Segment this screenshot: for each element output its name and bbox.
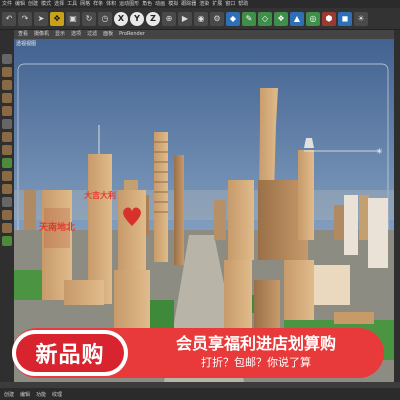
tweak-mode-icon[interactable] [2,132,12,142]
building [214,200,226,240]
viewport-menu-item[interactable]: 查看 [18,30,28,39]
neon-sign-mid: 大吉大利 [84,190,116,200]
rotate-icon[interactable]: ↻ [82,11,96,26]
building [24,190,36,230]
promo-headline: 会员享福利进店划算购 [175,334,336,353]
z-axis-button[interactable]: Z [146,11,160,26]
model-mode-icon[interactable] [2,54,12,64]
deformer-icon[interactable]: ▲ [290,11,304,26]
grid-icon[interactable] [2,184,12,194]
promo-badge: 新品购 [12,330,128,376]
axis-mode-icon[interactable] [2,119,12,129]
slim-tower [298,150,314,240]
viewport-menu-item[interactable]: 选项 [71,30,81,39]
viewport-menu-item[interactable]: 过滤 [87,30,97,39]
menu-bar: 文件 编辑 创建 模式 选择 工具 网格 样条 体积 运动图形 角色 动画 模拟… [0,0,400,8]
menu-item[interactable]: 渲染 [199,0,209,8]
building [228,180,254,260]
light-icon[interactable]: ☀ [354,11,368,26]
menu-item[interactable]: 动画 [155,0,165,8]
right-panel-edge [394,30,400,382]
polygons-mode-icon[interactable] [2,106,12,116]
menu-item[interactable]: 角色 [142,0,152,8]
viewport-menu: 查看 摄像机 显示 选项 过滤 面板 ProRender [14,30,394,39]
building [359,195,369,240]
bottom-menu-item[interactable]: 编辑 [20,391,30,398]
promo-subline: 打折？包邮？你说了算 [201,356,311,369]
menu-item[interactable]: 文件 [2,0,12,8]
cube-icon[interactable]: ◆ [226,11,240,26]
viewport-label: 透视视图 [16,41,37,47]
lock-icon[interactable] [2,171,12,181]
points-mode-icon[interactable] [2,80,12,90]
menu-item[interactable]: 模式 [41,0,51,8]
menu-item[interactable]: 样条 [93,0,103,8]
menu-item[interactable]: 模拟 [168,0,178,8]
viewport-menu-item[interactable]: 摄像机 [34,30,49,39]
promo-badge-text: 新品购 [16,334,124,372]
object-icon[interactable] [2,223,12,233]
menu-item[interactable]: 扩展 [212,0,222,8]
menu-item[interactable]: 跟踪器 [181,0,196,8]
bottom-menu-item[interactable]: 创建 [4,391,14,398]
solo-icon[interactable] [2,197,12,207]
pen-icon[interactable]: ✎ [242,11,256,26]
viewport-menu-item[interactable]: 显示 [55,30,65,39]
foreground-block [314,265,350,305]
subdivision-icon[interactable]: ◇ [258,11,272,26]
light-star-icon: ✳ [376,147,383,156]
render-icon[interactable]: ◉ [194,11,208,26]
foreground-block [334,312,374,324]
white-building [344,195,358,255]
snap-icon[interactable] [2,145,12,155]
viewport-menu-item[interactable]: 面板 [103,30,113,39]
render-settings-icon[interactable]: ⚙ [210,11,224,26]
foreground-block [284,260,314,320]
array-icon[interactable]: ❖ [274,11,288,26]
field-icon[interactable]: ◎ [306,11,320,26]
bottom-menu-item[interactable]: 功能 [36,391,46,398]
cinema4d-window: 文件 编辑 创建 模式 选择 工具 网格 样条 体积 运动图形 角色 动画 模拟… [0,0,400,400]
foreground-block [64,280,104,305]
scene-icon[interactable]: ⬢ [322,11,336,26]
camera-icon[interactable]: ◼ [338,11,352,26]
white-building [368,198,388,268]
menu-item[interactable]: 体积 [106,0,116,8]
menu-item[interactable]: 网格 [80,0,90,8]
redo-icon[interactable]: ↷ [18,11,32,26]
left-tool-palette [0,30,14,382]
foreground-block [114,270,150,330]
edges-mode-icon[interactable] [2,93,12,103]
menu-item[interactable]: 运动图形 [119,0,139,8]
y-axis-button[interactable]: Y [130,11,144,26]
tower [174,155,184,265]
promo-text: 会员享福利进店划算购 打折？包邮？你说了算 [138,333,374,371]
menu-item[interactable]: 选择 [54,0,64,8]
undo-icon[interactable]: ↶ [2,11,16,26]
move-icon[interactable]: ✥ [50,11,64,26]
bottom-menu-item[interactable]: 纹理 [52,391,62,398]
coordinate-system-icon[interactable]: ⊕ [162,11,176,26]
recent-icon[interactable]: ◷ [98,11,112,26]
menu-item[interactable]: 帮助 [238,0,248,8]
x-axis-button[interactable]: X [114,11,128,26]
texture-mode-icon[interactable] [2,67,12,77]
neon-sign-left: 天南地北 [39,221,75,233]
select-arrow-icon[interactable]: ➤ [34,11,48,26]
viewport-menu-item[interactable]: ProRender [119,30,145,39]
render-view-icon[interactable]: ▶ [178,11,192,26]
menu-item[interactable]: 编辑 [15,0,25,8]
menu-item[interactable]: 窗口 [225,0,235,8]
scale-icon[interactable]: ▣ [66,11,80,26]
foreground-block [254,280,280,335]
tag-icon[interactable] [2,236,12,246]
layer-icon[interactable] [2,210,12,220]
main-toolbar: ↶ ↷ ➤ ✥ ▣ ↻ ◷ X Y Z ⊕ ▶ ◉ ⚙ ◆ ✎ ◇ ❖ ▲ ◎ … [0,8,400,30]
menu-item[interactable]: 工具 [67,0,77,8]
bottom-bar: 创建 编辑 功能 纹理 [0,388,400,400]
foreground-block [224,260,252,330]
menu-item[interactable]: 创建 [28,0,38,8]
workplane-icon[interactable] [2,158,12,168]
